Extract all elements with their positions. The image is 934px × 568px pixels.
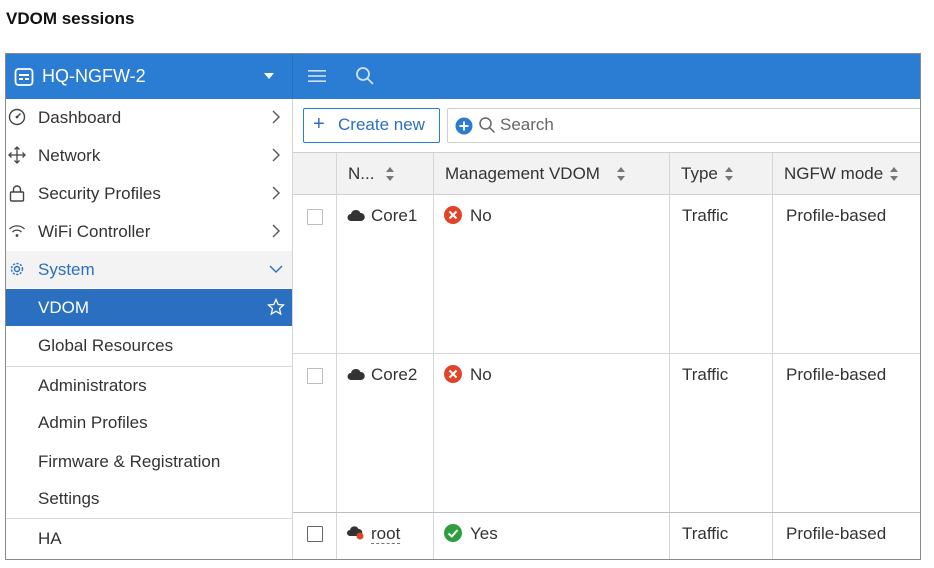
table-row[interactable]: Core2 No Traffic Profile-based <box>293 354 920 512</box>
type-cell: Traffic <box>682 524 729 543</box>
sidebar-item-administrators[interactable]: Administrators <box>6 367 292 404</box>
sidebar-item-settings[interactable]: Settings <box>6 480 292 517</box>
column-header-management-vdom[interactable]: Management VDOM <box>433 153 669 194</box>
sidebar-item-dashboard[interactable]: Dashboard <box>6 99 292 136</box>
ngfw-mode-cell: Profile-based <box>786 524 887 543</box>
row-checkbox[interactable] <box>307 368 323 384</box>
chevron-right-icon <box>272 110 280 124</box>
management-vdom-cell: Yes <box>444 524 498 544</box>
sidebar-item-label: Global Resources <box>38 336 174 355</box>
ngfw-mode-cell: Profile-based <box>786 206 887 225</box>
hamburger-icon[interactable] <box>308 68 326 84</box>
create-new-button[interactable]: + Create new <box>303 108 440 143</box>
search-input[interactable] <box>500 114 900 136</box>
cloud-icon <box>347 368 365 380</box>
sidebar-item-vdom[interactable]: VDOM <box>6 289 292 326</box>
chevron-right-icon <box>272 186 280 200</box>
row-checkbox[interactable] <box>307 526 323 542</box>
cloud-icon <box>347 209 365 221</box>
management-vdom-cell: No <box>444 365 492 385</box>
sidebar-item-label: HA <box>38 529 62 548</box>
sidebar-item-label: Admin Profiles <box>38 413 148 432</box>
sidebar-item-ha[interactable]: HA <box>6 520 292 557</box>
device-selector[interactable]: HQ-NGFW-2 <box>6 54 293 99</box>
sidebar-item-system[interactable]: System <box>6 251 292 288</box>
lock-icon <box>9 185 25 202</box>
chevron-right-icon <box>272 148 280 162</box>
type-cell: Traffic <box>682 206 729 225</box>
column-header-type[interactable]: Type <box>669 153 772 194</box>
sidebar-item-network[interactable]: Network <box>6 137 292 174</box>
column-header-ngfw-mode[interactable]: NGFW mode <box>772 153 920 194</box>
sidebar-item-label: Settings <box>38 489 100 508</box>
main-content: + Create new N... Management <box>293 99 920 559</box>
sort-icon <box>617 167 625 181</box>
page-title: VDOM sessions <box>6 9 135 28</box>
type-cell: Traffic <box>682 365 729 384</box>
top-bar: HQ-NGFW-2 <box>6 54 920 99</box>
error-circle-icon <box>444 206 462 224</box>
sidebar-item-label: Administrators <box>38 376 147 395</box>
device-icon <box>14 68 34 86</box>
sidebar-item-label: Dashboard <box>38 108 122 127</box>
column-header-name[interactable]: N... <box>336 153 433 194</box>
table-header: N... Management VDOM Type NGFW mode <box>293 153 920 195</box>
sort-icon <box>725 167 733 181</box>
sidebar-item-label: VDOM <box>38 298 89 317</box>
sidebar-item-label: Security Profiles <box>38 184 161 203</box>
dashboard-icon <box>8 108 26 126</box>
star-outline-icon[interactable] <box>267 298 285 316</box>
sort-icon <box>890 167 898 181</box>
wifi-icon <box>9 225 25 237</box>
sidebar-item-security-profiles[interactable]: Security Profiles <box>6 175 292 212</box>
add-filter-icon[interactable] <box>455 117 473 135</box>
device-name: HQ-NGFW-2 <box>42 66 146 86</box>
sidebar-item-label: WiFi Controller <box>38 222 151 241</box>
sidebar-item-admin-profiles[interactable]: Admin Profiles <box>6 404 292 441</box>
divider <box>6 518 292 519</box>
sidebar-item-label: System <box>38 260 95 279</box>
sidebar-item-label: Firmware & Registration <box>38 452 221 471</box>
sidebar-item-firmware-registration[interactable]: Firmware & Registration <box>6 443 292 480</box>
chevron-down-icon <box>264 73 274 79</box>
chevron-right-icon <box>272 224 280 238</box>
fortigate-window: HQ-NGFW-2 Dashboard Network Security Pro… <box>5 53 921 560</box>
sidebar-item-global-resources[interactable]: Global Resources <box>6 327 292 364</box>
table-row[interactable]: root Yes Traffic Profile-based <box>293 513 920 559</box>
search-box <box>447 108 920 143</box>
search-icon[interactable] <box>355 66 375 86</box>
chevron-down-icon <box>269 265 283 273</box>
plus-icon: + <box>313 113 325 135</box>
vdom-name: Core1 <box>347 206 417 226</box>
network-icon <box>8 146 26 164</box>
root-vdom-icon <box>347 526 364 540</box>
check-circle-icon <box>444 524 462 542</box>
vdom-table: N... Management VDOM Type NGFW mode Core… <box>293 152 920 559</box>
vdom-name: Core2 <box>347 365 417 385</box>
table-row[interactable]: Core1 No Traffic Profile-based <box>293 195 920 353</box>
sidebar-item-label: Network <box>38 146 101 165</box>
error-circle-icon <box>444 365 462 383</box>
gear-icon <box>10 262 24 276</box>
ngfw-mode-cell: Profile-based <box>786 365 887 384</box>
row-checkbox[interactable] <box>307 209 323 225</box>
management-vdom-cell: No <box>444 206 492 226</box>
sidebar: Dashboard Network Security Profiles WiFi… <box>6 99 293 559</box>
vdom-name: root <box>347 524 401 544</box>
sidebar-item-wifi-controller[interactable]: WiFi Controller <box>6 213 292 250</box>
search-icon <box>479 117 496 134</box>
sort-icon <box>386 167 394 181</box>
